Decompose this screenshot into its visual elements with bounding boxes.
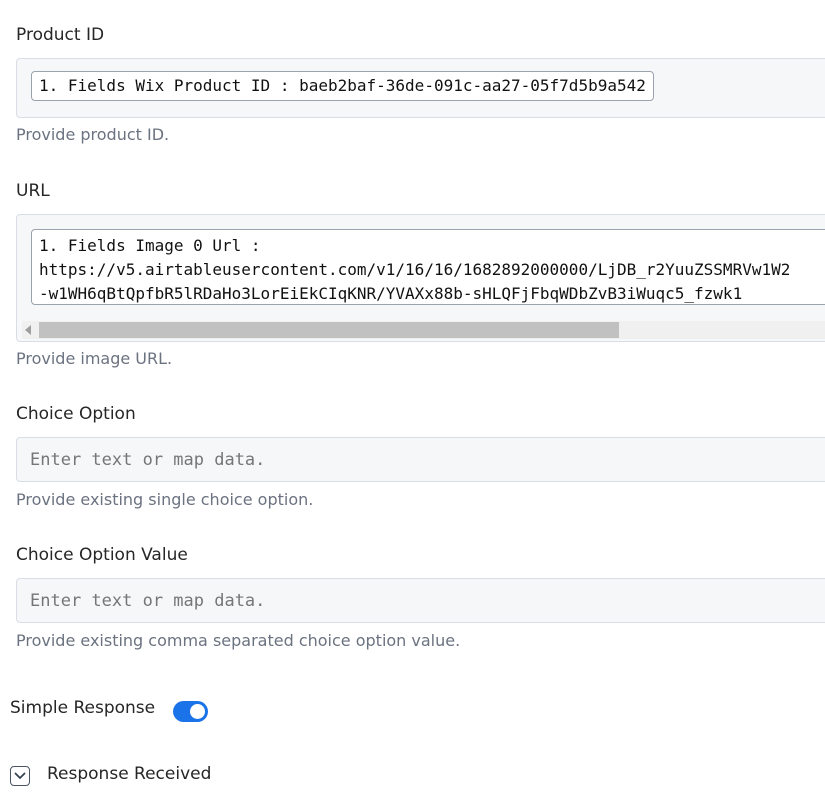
choice-option-value-label: Choice Option Value xyxy=(16,545,188,565)
url-mapped-value[interactable]: 1. Fields Image 0 Url : https://v5.airta… xyxy=(31,229,825,305)
url-horizontal-scrollbar[interactable] xyxy=(22,321,825,339)
product-id-field[interactable]: 1. Fields Wix Product ID : baeb2baf-36de… xyxy=(16,58,825,118)
url-label: URL xyxy=(16,181,50,201)
choice-option-placeholder: Enter text or map data. xyxy=(30,450,266,470)
scroll-thumb[interactable] xyxy=(39,322,619,338)
choice-option-value-help: Provide existing comma separated choice … xyxy=(16,631,461,650)
response-received-expand-button[interactable] xyxy=(10,766,30,786)
url-value-line-3: -w1WH6qBtQpfbR5lRDaHo3LorEiEkCIqKNR/YVAX… xyxy=(39,284,743,303)
response-received-label[interactable]: Response Received xyxy=(47,764,211,784)
choice-option-help: Provide existing single choice option. xyxy=(16,490,314,509)
choice-option-value-input[interactable]: Enter text or map data. xyxy=(16,578,825,623)
simple-response-toggle[interactable] xyxy=(173,701,208,722)
scroll-left-icon[interactable] xyxy=(25,325,31,335)
url-value-line-2: https://v5.airtableusercontent.com/v1/16… xyxy=(39,260,791,279)
choice-option-value-placeholder: Enter text or map data. xyxy=(30,591,266,611)
url-value-line-1: 1. Fields Image 0 Url : xyxy=(39,236,261,255)
choice-option-input[interactable]: Enter text or map data. xyxy=(16,437,825,482)
simple-response-label: Simple Response xyxy=(10,698,156,718)
choice-option-label: Choice Option xyxy=(16,404,136,424)
url-help: Provide image URL. xyxy=(16,349,173,368)
product-id-help: Provide product ID. xyxy=(16,125,170,144)
toggle-knob xyxy=(190,704,205,719)
chevron-down-icon xyxy=(14,772,26,779)
url-field[interactable]: 1. Fields Image 0 Url : https://v5.airta… xyxy=(16,214,825,342)
product-id-label: Product ID xyxy=(16,25,105,45)
product-id-mapped-value[interactable]: 1. Fields Wix Product ID : baeb2baf-36de… xyxy=(31,71,654,101)
